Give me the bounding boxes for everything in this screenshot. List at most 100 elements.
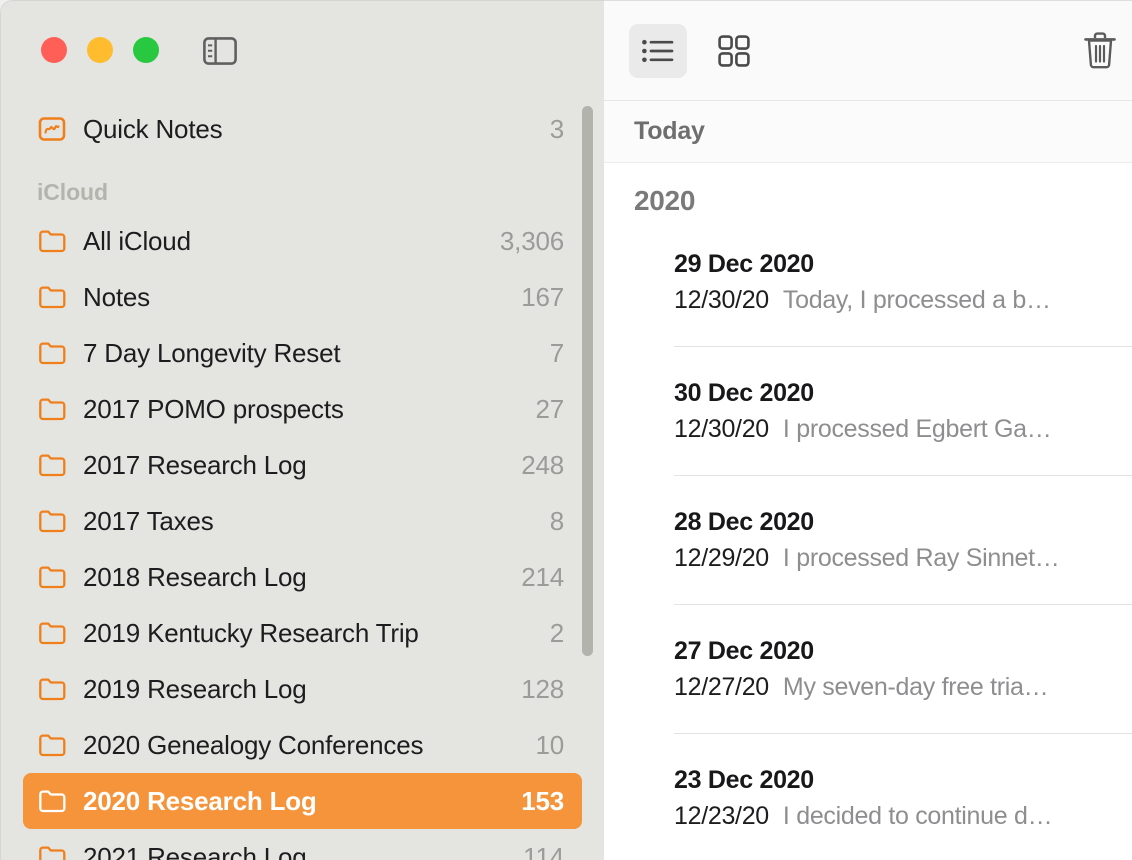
today-section-header: Today <box>604 101 1132 163</box>
sidebar-item-label: 2017 Research Log <box>83 449 307 480</box>
folder-icon <box>37 844 67 860</box>
sidebar-item-label: 7 Day Longevity Reset <box>83 337 341 368</box>
sidebar-toggle-icon <box>203 37 237 65</box>
note-snippet: I processed Ray Sinnet… <box>782 544 1060 572</box>
folder-icon <box>37 620 67 646</box>
minimize-button[interactable] <box>87 37 113 63</box>
sidebar-item-count: 214 <box>521 561 564 592</box>
note-separator <box>674 475 1132 476</box>
note-separator <box>674 346 1132 347</box>
sidebar-item-count: 153 <box>521 785 564 816</box>
note-meta: 12/30/20 I processed Egbert Ga… <box>674 410 1132 448</box>
note-meta: 12/29/20 I processed Ray Sinnet… <box>674 539 1132 577</box>
sidebar-item-count: 7 <box>549 337 564 368</box>
sidebar-toggle-button[interactable] <box>198 32 242 70</box>
note-list-item[interactable]: 29 Dec 2020 12/30/20 Today, I processed a … <box>604 247 1132 319</box>
folder-icon <box>37 228 67 254</box>
note-list-item[interactable]: 27 Dec 2020 12/27/20 My seven-day free tri… <box>604 634 1132 706</box>
quick-notes-icon <box>37 116 67 142</box>
sidebar-item-count: 248 <box>521 449 564 480</box>
note-title: 23 Dec 2020 <box>674 766 814 794</box>
notes-list: 29 Dec 2020 12/30/20 Today, I processed a … <box>604 217 1132 860</box>
note-date: 12/27/20 <box>674 673 769 701</box>
sidebar: Quick Notes 3 iCloud All iCloud 3,306 Note… <box>0 0 604 860</box>
notes-app-window: Quick Notes 3 iCloud All iCloud 3,306 Note… <box>0 0 1132 860</box>
sidebar-item-count: 10 <box>535 729 564 760</box>
sidebar-folder-item[interactable]: 7 Day Longevity Reset 7 <box>23 325 582 381</box>
notes-toolbar <box>604 1 1132 101</box>
sidebar-folder-item[interactable]: 2017 POMO prospects 27 <box>23 381 582 437</box>
sidebar-item-label: 2018 Research Log <box>83 561 307 592</box>
year-group-label: 2020 <box>634 185 696 216</box>
sidebar-folder-item[interactable]: 2019 Kentucky Research Trip 2 <box>23 605 582 661</box>
sidebar-item-label: 2020 Research Log <box>83 785 317 816</box>
sidebar-item-label: Quick Notes <box>83 113 223 144</box>
note-meta: 12/30/20 Today, I processed a b… <box>674 281 1132 319</box>
notes-list-pane: Today 2020 29 Dec 2020 12/30/20 Today, I p… <box>604 0 1132 860</box>
today-label: Today <box>634 117 705 145</box>
folder-icon <box>37 732 67 758</box>
sidebar-folder-item[interactable]: 2017 Taxes 8 <box>23 493 582 549</box>
sidebar-scroll-area: Quick Notes 3 iCloud All iCloud 3,306 Note… <box>1 101 604 860</box>
sidebar-folder-item[interactable]: 2019 Research Log 128 <box>23 661 582 717</box>
sidebar-folder-item[interactable]: 2021 Research Log 114 <box>23 829 582 860</box>
note-title: 29 Dec 2020 <box>674 250 814 278</box>
sidebar-section-header-icloud: iCloud <box>37 178 108 205</box>
sidebar-item-label: Notes <box>83 281 150 312</box>
folder-icon <box>37 508 67 534</box>
close-button[interactable] <box>41 37 67 63</box>
note-title: 27 Dec 2020 <box>674 637 814 665</box>
sidebar-folder-item[interactable]: 2017 Research Log 248 <box>23 437 582 493</box>
note-date: 12/30/20 <box>674 286 769 314</box>
sidebar-item-label: 2019 Research Log <box>83 673 307 704</box>
maximize-button[interactable] <box>133 37 159 63</box>
grid-view-icon <box>718 35 750 67</box>
note-date: 12/29/20 <box>674 544 769 572</box>
sidebar-item-count: 128 <box>521 673 564 704</box>
note-list-item[interactable]: 23 Dec 2020 12/23/20 I decided to continue… <box>604 763 1132 835</box>
folder-icon <box>37 284 67 310</box>
sidebar-folder-item[interactable]: 2020 Genealogy Conferences 10 <box>23 717 582 773</box>
sidebar-folder-list: All iCloud 3,306 Notes 167 7 Day Longevity R… <box>1 213 604 860</box>
note-snippet: I decided to continue d… <box>782 802 1053 830</box>
sidebar-item-label: 2017 POMO prospects <box>83 393 344 424</box>
sidebar-item-label: All iCloud <box>83 225 191 256</box>
note-date: 12/23/20 <box>674 802 769 830</box>
list-view-button[interactable] <box>629 24 687 78</box>
folder-icon <box>37 676 67 702</box>
folder-icon <box>37 340 67 366</box>
sidebar-item-count: 8 <box>549 505 564 536</box>
folder-icon <box>37 788 67 814</box>
sidebar-scrollbar[interactable] <box>582 106 593 656</box>
note-snippet: My seven-day free tria… <box>782 673 1049 701</box>
folder-icon <box>37 396 67 422</box>
sidebar-item-label: 2019 Kentucky Research Trip <box>83 617 419 648</box>
trash-icon <box>1084 32 1116 69</box>
traffic-light-controls <box>41 37 159 63</box>
sidebar-item-count: 167 <box>521 281 564 312</box>
note-separator <box>674 604 1132 605</box>
window-titlebar <box>1 1 604 101</box>
note-list-item[interactable]: 28 Dec 2020 12/29/20 I processed Ray Sinne… <box>604 505 1132 577</box>
sidebar-folder-item[interactable]: 2018 Research Log 214 <box>23 549 582 605</box>
sidebar-item-count: 114 <box>523 841 564 860</box>
sidebar-item-count: 27 <box>535 393 564 424</box>
list-view-icon <box>642 39 674 63</box>
grid-view-button[interactable] <box>705 24 763 78</box>
note-meta: 12/27/20 My seven-day free tria… <box>674 668 1132 706</box>
note-date: 12/30/20 <box>674 415 769 443</box>
sidebar-item-label: 2020 Genealogy Conferences <box>83 729 424 760</box>
note-snippet: Today, I processed a b… <box>782 286 1051 314</box>
sidebar-folder-item[interactable]: 2020 Research Log 153 <box>23 773 582 829</box>
note-list-item[interactable]: 30 Dec 2020 12/30/20 I processed Egbert Ga… <box>604 376 1132 448</box>
sidebar-item-label: 2017 Taxes <box>83 505 214 536</box>
folder-icon <box>37 564 67 590</box>
sidebar-folder-item[interactable]: Notes 167 <box>23 269 582 325</box>
note-meta: 12/23/20 I decided to continue d… <box>674 797 1132 835</box>
delete-note-button[interactable] <box>1074 24 1126 78</box>
sidebar-folder-item[interactable]: All iCloud 3,306 <box>23 213 582 269</box>
sidebar-item-quick-notes[interactable]: Quick Notes 3 <box>23 101 582 157</box>
sidebar-item-count: 3,306 <box>499 225 564 256</box>
note-separator <box>674 733 1132 734</box>
